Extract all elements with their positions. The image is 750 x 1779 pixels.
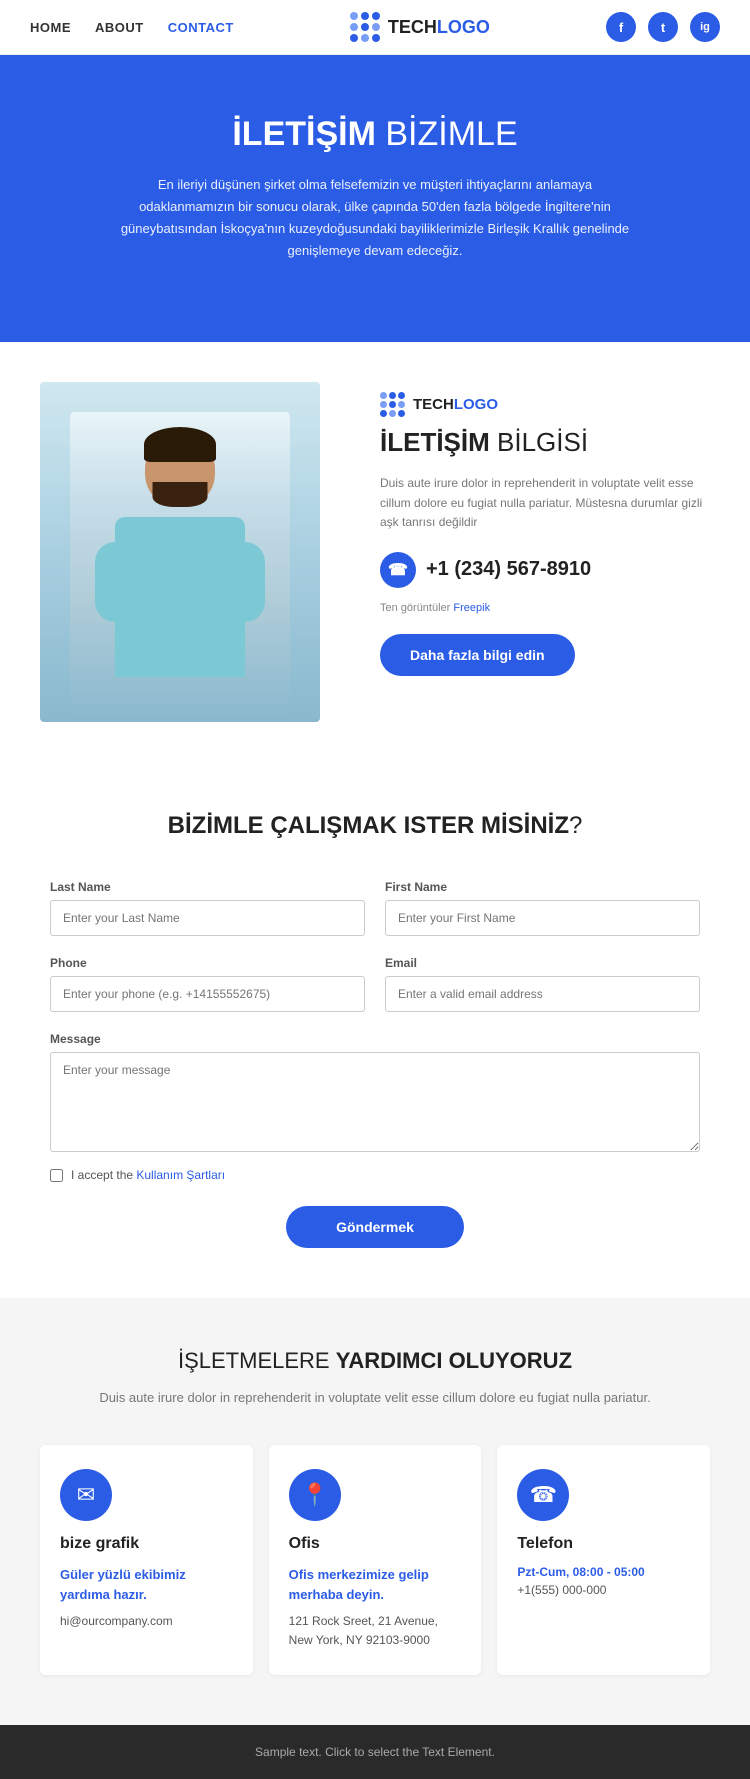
dot8	[361, 34, 369, 42]
form-submit-row: Göndermek	[50, 1206, 700, 1248]
last-name-label: Last Name	[50, 880, 365, 894]
phone-icon: ☎	[380, 552, 416, 588]
info-credit-link[interactable]: Freepik	[453, 602, 490, 614]
service-card-office: 📍 Ofis Ofis merkezimize gelip merhaba de…	[269, 1445, 482, 1674]
services-section: İŞLETMELERE YARDIMCI OLUYORUZ Duis aute …	[0, 1298, 750, 1724]
card-link-email[interactable]: Güler yüzlü ekibimiz yardıma hazır.	[60, 1565, 233, 1604]
info-section: TECHLOGO İLETİŞİM BİLGİSİ Duis aute irur…	[0, 342, 750, 762]
info-logo-text: TECHLOGO	[413, 396, 498, 413]
card-phone-number: +1(555) 000-000	[517, 1583, 690, 1597]
idot7	[380, 410, 387, 417]
info-content: TECHLOGO İLETİŞİM BİLGİSİ Duis aute irur…	[380, 382, 710, 676]
dot3	[372, 12, 380, 20]
nav-links: HOME ABOUT CONTACT	[30, 20, 234, 35]
dot2	[361, 12, 369, 20]
first-name-label: First Name	[385, 880, 700, 894]
person-beard	[153, 482, 208, 507]
last-name-group: Last Name	[50, 880, 365, 936]
email-input[interactable]	[385, 976, 700, 1012]
nav-contact[interactable]: CONTACT	[168, 20, 234, 35]
idot4	[380, 401, 387, 408]
person-arms	[95, 542, 265, 622]
dot6	[372, 23, 380, 31]
info-more-button[interactable]: Daha fazla bilgi edin	[380, 634, 575, 676]
message-input[interactable]	[50, 1052, 700, 1152]
info-title: İLETİŞİM BİLGİSİ	[380, 427, 710, 458]
instagram-icon[interactable]: ig	[690, 12, 720, 42]
last-name-input[interactable]	[50, 900, 365, 936]
person-silhouette	[70, 412, 290, 722]
footer-text: Sample text. Click to select the Text El…	[255, 1745, 495, 1759]
info-image	[40, 382, 340, 722]
idot2	[389, 392, 396, 399]
person-head	[145, 432, 215, 507]
form-row-contact: Phone Email	[50, 956, 700, 1012]
navbar: HOME ABOUT CONTACT TECHLOGO f t ig	[0, 0, 750, 55]
submit-button[interactable]: Göndermek	[286, 1206, 464, 1248]
card-title-phone: Telefon	[517, 1535, 690, 1553]
card-title-email: bize grafik	[60, 1535, 233, 1553]
terms-link[interactable]: Kullanım Şartları	[136, 1168, 225, 1182]
services-title: İŞLETMELERE YARDIMCI OLUYORUZ	[40, 1348, 710, 1374]
first-name-group: First Name	[385, 880, 700, 936]
phone-card-icon: ☎	[517, 1469, 569, 1521]
twitter-icon[interactable]: t	[648, 12, 678, 42]
footer: Sample text. Click to select the Text El…	[0, 1725, 750, 1779]
hero-title: İLETİŞİM BİZİMLE	[30, 115, 720, 154]
email-label: Email	[385, 956, 700, 970]
nav-logo-text: TECHLOGO	[388, 17, 490, 38]
card-phone-time: Pzt-Cum, 08:00 - 05:00	[517, 1565, 690, 1579]
idot6	[398, 401, 405, 408]
terms-row: I accept the Kullanım Şartları	[50, 1168, 700, 1182]
card-email-address: hi@ourcompany.com	[60, 1612, 233, 1631]
form-section: BİZİMLE ÇALIŞMAK ISTER MİSİNİZ? Last Nam…	[0, 762, 750, 1298]
social-icons: f t ig	[606, 12, 720, 42]
form-title: BİZİMLE ÇALIŞMAK ISTER MİSİNİZ?	[50, 812, 700, 840]
location-icon: 📍	[289, 1469, 341, 1521]
card-title-office: Ofis	[289, 1535, 462, 1553]
nav-home[interactable]: HOME	[30, 20, 71, 35]
dot4	[350, 23, 358, 31]
message-group: Message	[50, 1032, 700, 1152]
email-group: Email	[385, 956, 700, 1012]
nav-logo: TECHLOGO	[350, 12, 490, 42]
nav-about[interactable]: ABOUT	[95, 20, 144, 35]
terms-checkbox[interactable]	[50, 1169, 63, 1182]
card-office-address: 121 Rock Sreet, 21 Avenue, New York, NY …	[289, 1612, 462, 1650]
hero-description: En ileriyi düşünen şirket olma felsefemi…	[115, 174, 635, 262]
facebook-icon[interactable]: f	[606, 12, 636, 42]
idot9	[398, 410, 405, 417]
info-logo: TECHLOGO	[380, 392, 710, 417]
person-hair	[144, 427, 216, 462]
info-logo-dots-icon	[380, 392, 405, 417]
logo-dots-icon	[350, 12, 380, 42]
hero-section: İLETİŞİM BİZİMLE En ileriyi düşünen şirk…	[0, 55, 750, 342]
service-card-email: ✉ bize grafik Güler yüzlü ekibimiz yardı…	[40, 1445, 253, 1674]
idot8	[389, 410, 396, 417]
services-cards: ✉ bize grafik Güler yüzlü ekibimiz yardı…	[40, 1445, 710, 1674]
idot5	[389, 401, 396, 408]
dot5	[361, 23, 369, 31]
info-description: Duis aute irure dolor in reprehenderit i…	[380, 474, 710, 532]
idot1	[380, 392, 387, 399]
service-card-phone: ☎ Telefon Pzt-Cum, 08:00 - 05:00 +1(555)…	[497, 1445, 710, 1674]
terms-text: I accept the Kullanım Şartları	[71, 1168, 225, 1182]
card-link-office[interactable]: Ofis merkezimize gelip merhaba deyin.	[289, 1565, 462, 1604]
first-name-input[interactable]	[385, 900, 700, 936]
dot7	[350, 34, 358, 42]
dot1	[350, 12, 358, 20]
info-credit: Ten görüntüler Freepik	[380, 602, 710, 614]
info-phone: ☎ +1 (234) 567-8910	[380, 552, 710, 588]
services-description: Duis aute irure dolor in reprehenderit i…	[40, 1388, 710, 1409]
contact-form: Last Name First Name Phone Email Message	[50, 880, 700, 1248]
person-image	[40, 382, 320, 722]
phone-input[interactable]	[50, 976, 365, 1012]
phone-label: Phone	[50, 956, 365, 970]
phone-group: Phone	[50, 956, 365, 1012]
form-row-name: Last Name First Name	[50, 880, 700, 936]
idot3	[398, 392, 405, 399]
dot9	[372, 34, 380, 42]
email-icon: ✉	[60, 1469, 112, 1521]
message-label: Message	[50, 1032, 700, 1046]
